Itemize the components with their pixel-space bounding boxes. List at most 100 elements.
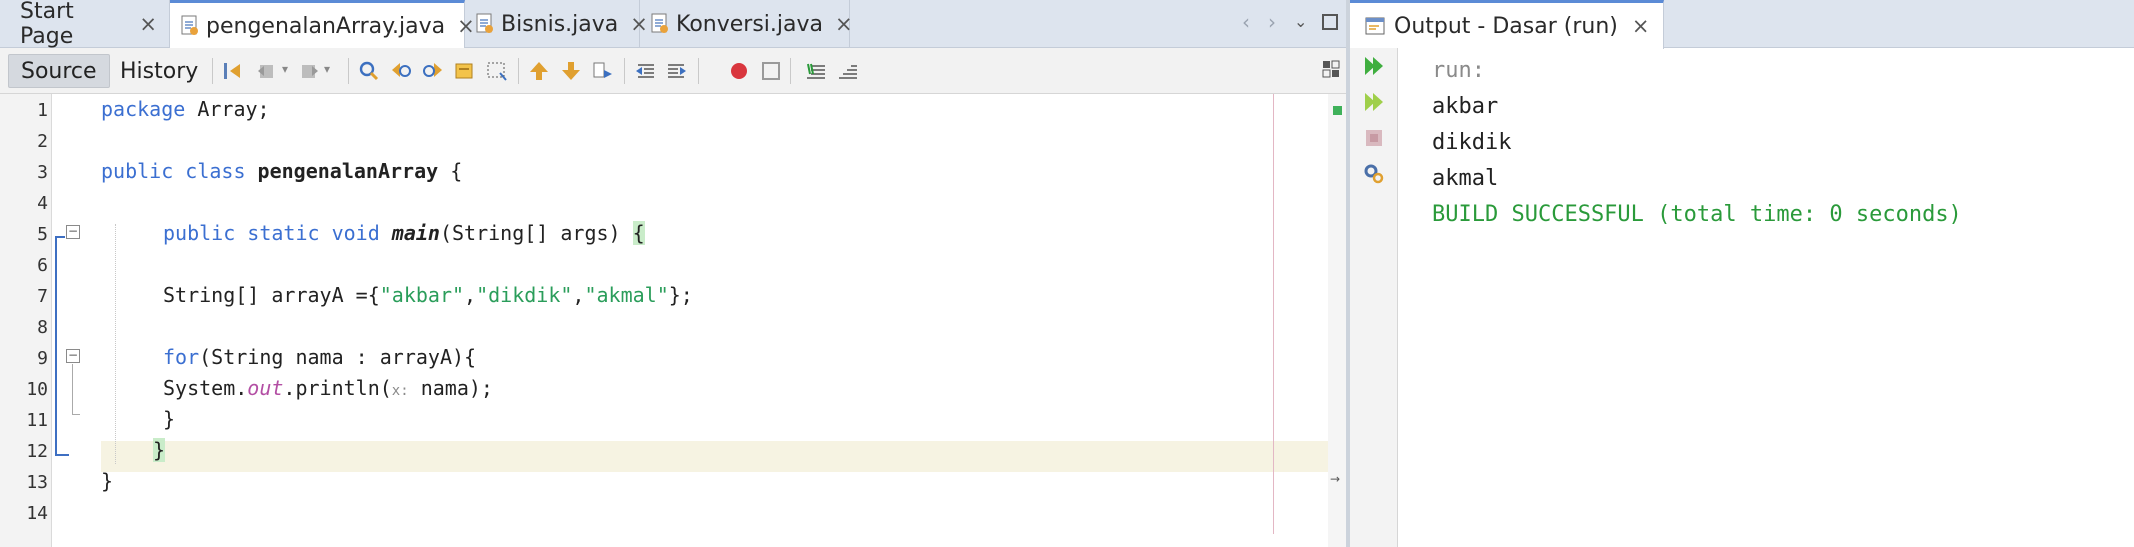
- code-text: ,: [572, 283, 585, 307]
- toolbar-separator: [698, 58, 699, 84]
- settings-icon[interactable]: [1362, 162, 1386, 186]
- find-next-icon[interactable]: [422, 60, 444, 82]
- output-line: akbar: [1432, 94, 1499, 119]
- line-number: 6: [37, 255, 48, 276]
- line-number: 2: [37, 131, 48, 152]
- editor-tab-bar: Start Page × pengenalanArray.java × Bisn…: [0, 0, 1346, 49]
- back-icon[interactable]: [256, 60, 278, 82]
- source-button[interactable]: Source: [8, 54, 110, 88]
- java-file-icon: [180, 15, 200, 37]
- editor-vertical-scrollbar[interactable]: →: [1328, 94, 1346, 547]
- line-number: 4: [37, 193, 48, 214]
- java-file-icon: [650, 13, 670, 35]
- line-number: 5: [37, 224, 48, 245]
- code-text: (String[] args): [439, 221, 633, 245]
- tab-start-page[interactable]: Start Page ×: [0, 0, 170, 49]
- line-number: 14: [26, 503, 48, 524]
- matched-brace: }: [153, 438, 166, 462]
- code-text: ,: [464, 283, 477, 307]
- line-number: 8: [37, 317, 48, 338]
- start-macro-recording-icon[interactable]: [728, 60, 750, 82]
- find-icon[interactable]: [358, 60, 380, 82]
- tab-bisnis[interactable]: Bisnis.java ×: [465, 0, 648, 48]
- toolbar-separator: [212, 58, 213, 84]
- caret-position-marker: →: [1330, 472, 1341, 486]
- history-button[interactable]: History: [108, 54, 210, 88]
- fold-inner-end: [72, 414, 80, 415]
- fold-range-line: [55, 236, 57, 456]
- close-icon[interactable]: ×: [835, 12, 853, 36]
- parameter-hint: x:: [391, 383, 409, 399]
- line-number: 11: [26, 410, 48, 431]
- code-text: .println(: [283, 376, 392, 400]
- stop-macro-recording-icon[interactable]: [760, 60, 782, 82]
- split-view-icon[interactable]: [1322, 60, 1340, 78]
- code-line-12: }: [153, 435, 166, 466]
- forward-icon[interactable]: [298, 60, 320, 82]
- output-window-icon: [1365, 17, 1385, 35]
- editor-toolbar: Source History ▾ ▾: [0, 48, 1346, 94]
- toggle-highlight-icon[interactable]: [454, 60, 476, 82]
- code-editor[interactable]: − − package Array; public class pengenal…: [53, 94, 1381, 547]
- chevron-down-icon[interactable]: ▾: [324, 62, 330, 76]
- indent-guide: [115, 224, 116, 464]
- line-number: 9: [37, 348, 48, 369]
- shift-left-icon[interactable]: [634, 60, 656, 82]
- static-field: out: [247, 376, 284, 400]
- toggle-rect-selection-icon[interactable]: [486, 60, 508, 82]
- fold-inner-line: [72, 364, 73, 414]
- toolbar-separator: [624, 58, 625, 84]
- scroll-tabs-left-icon[interactable]: ‹: [1242, 10, 1250, 34]
- toggle-bookmark-icon[interactable]: [592, 60, 614, 82]
- stop-icon[interactable]: [1362, 126, 1386, 150]
- error-stripe-ok-icon[interactable]: [1333, 106, 1342, 115]
- string-literal: "akbar": [379, 283, 465, 307]
- chevron-down-icon[interactable]: ▾: [282, 62, 288, 76]
- previous-bookmark-icon[interactable]: [528, 60, 550, 82]
- find-previous-icon[interactable]: [390, 60, 412, 82]
- output-tab-bar: Output - Dasar (run) ×: [1350, 0, 2134, 49]
- rerun-with-params-icon[interactable]: [1362, 90, 1386, 114]
- shift-right-icon[interactable]: [666, 60, 688, 82]
- line-number: 12: [26, 441, 48, 462]
- code-line-10: System.out.println(x: nama);: [163, 373, 493, 404]
- close-icon[interactable]: ×: [1632, 14, 1650, 38]
- code-line-7: String[] arrayA ={"akbar","dikdik","akma…: [163, 280, 693, 311]
- string-literal: "akmal": [584, 283, 669, 307]
- tab-label: Start Page: [20, 0, 74, 49]
- line-number: 10: [26, 379, 48, 400]
- code-line-9: for(String nama : arrayA){: [163, 342, 476, 373]
- last-edit-icon[interactable]: [222, 60, 244, 82]
- tab-konversi[interactable]: Konversi.java ×: [640, 0, 853, 48]
- tab-label: pengenalanArray.java: [206, 13, 446, 39]
- keyword: for: [163, 345, 200, 369]
- fold-range-start: [55, 236, 65, 238]
- comment-icon[interactable]: [805, 60, 827, 82]
- class-name: pengenalanArray: [257, 159, 439, 183]
- output-line: dikdik: [1432, 130, 1512, 155]
- maximize-icon[interactable]: [1322, 14, 1338, 30]
- next-bookmark-icon[interactable]: [560, 60, 582, 82]
- uncomment-icon[interactable]: [837, 60, 859, 82]
- fold-toggle-icon[interactable]: −: [66, 349, 80, 363]
- keyword: package: [101, 97, 186, 121]
- tab-pengenalanarray[interactable]: pengenalanArray.java ×: [170, 0, 475, 49]
- scroll-tabs-right-icon[interactable]: ›: [1268, 10, 1276, 34]
- tab-output[interactable]: Output - Dasar (run) ×: [1350, 0, 1665, 49]
- code-text: Array;: [185, 97, 270, 121]
- line-number-gutter: 1 2 3 4 5 6 7 8 9 10 11 12 13 14: [0, 94, 52, 547]
- rerun-icon[interactable]: [1362, 54, 1386, 78]
- chevron-down-icon[interactable]: ⌄: [1294, 12, 1307, 31]
- fold-toggle-icon[interactable]: −: [66, 225, 80, 239]
- line-number: 13: [26, 472, 48, 493]
- code-text: };: [668, 283, 693, 307]
- close-icon[interactable]: ×: [139, 12, 157, 36]
- code-text: (String nama : arrayA){: [199, 345, 477, 369]
- code-line-11: }: [163, 404, 175, 435]
- code-line-13: }: [101, 466, 113, 497]
- keyword: public static void: [163, 221, 380, 245]
- keyword: public class: [101, 159, 246, 183]
- toolbar-separator: [518, 58, 519, 84]
- java-file-icon: [475, 13, 495, 35]
- output-title: Output - Dasar (run): [1394, 13, 1618, 39]
